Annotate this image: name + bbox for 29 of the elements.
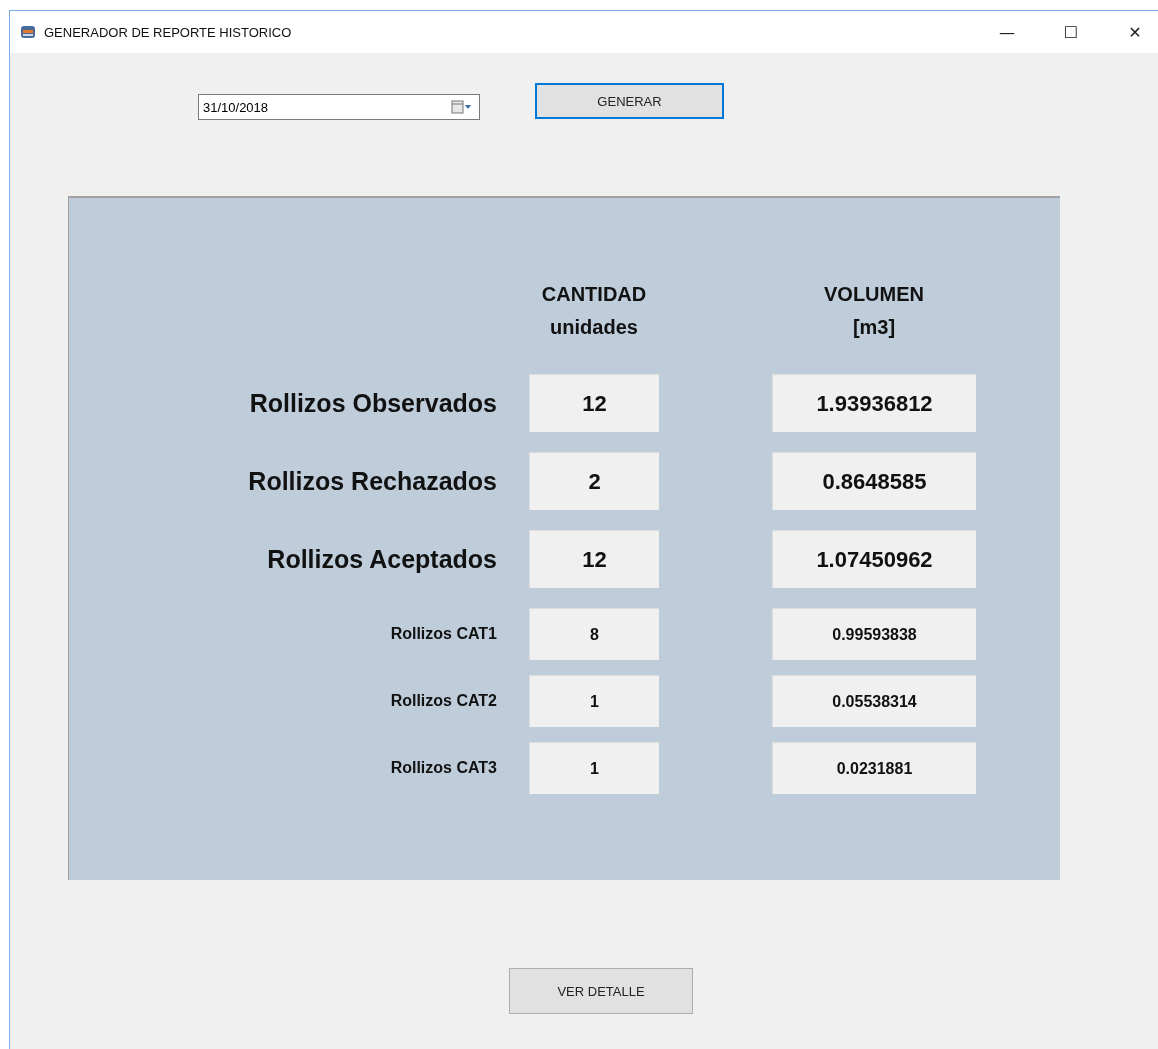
row-label: Rollizos CAT2 <box>389 691 497 711</box>
column-header: CANTIDAD unidades <box>540 282 648 340</box>
volume-field: 1.07450962 <box>772 530 976 588</box>
row-label: Rollizos Observados <box>248 387 497 419</box>
close-button[interactable]: ✕ <box>1112 12 1158 52</box>
volume-field: 0.8648585 <box>772 452 976 510</box>
app-icon <box>20 25 36 39</box>
maximize-button[interactable]: ☐ <box>1048 12 1094 52</box>
quantity-field: 1 <box>529 742 659 794</box>
generate-button[interactable]: GENERAR <box>535 83 724 119</box>
quantity-field: 12 <box>529 530 659 588</box>
calendar-dropdown-icon[interactable] <box>451 100 473 114</box>
quantity-field: 2 <box>529 452 659 510</box>
row-label: Rollizos Rechazados <box>247 465 497 497</box>
detail-button[interactable]: VER DETALLE <box>509 968 693 1014</box>
quantity-field: 8 <box>529 608 659 660</box>
minimize-button[interactable]: — <box>984 12 1030 52</box>
quantity-field: 12 <box>529 374 659 432</box>
row-label: Rollizos CAT3 <box>389 758 497 778</box>
volume-field: 0.99593838 <box>772 608 976 660</box>
volume-field: 0.0231881 <box>772 742 976 794</box>
column-header: VOLUMEN [m3] <box>823 282 925 340</box>
window-title: GENERADOR DE REPORTE HISTORICO <box>44 24 292 40</box>
date-field[interactable]: 31/10/2018 <box>198 94 480 120</box>
row-label: Rollizos CAT1 <box>389 624 497 644</box>
volume-field: 1.93936812 <box>772 374 976 432</box>
quantity-field: 1 <box>529 675 659 727</box>
volume-field: 0.05538314 <box>772 675 976 727</box>
row-label: Rollizos Aceptados <box>266 543 497 575</box>
